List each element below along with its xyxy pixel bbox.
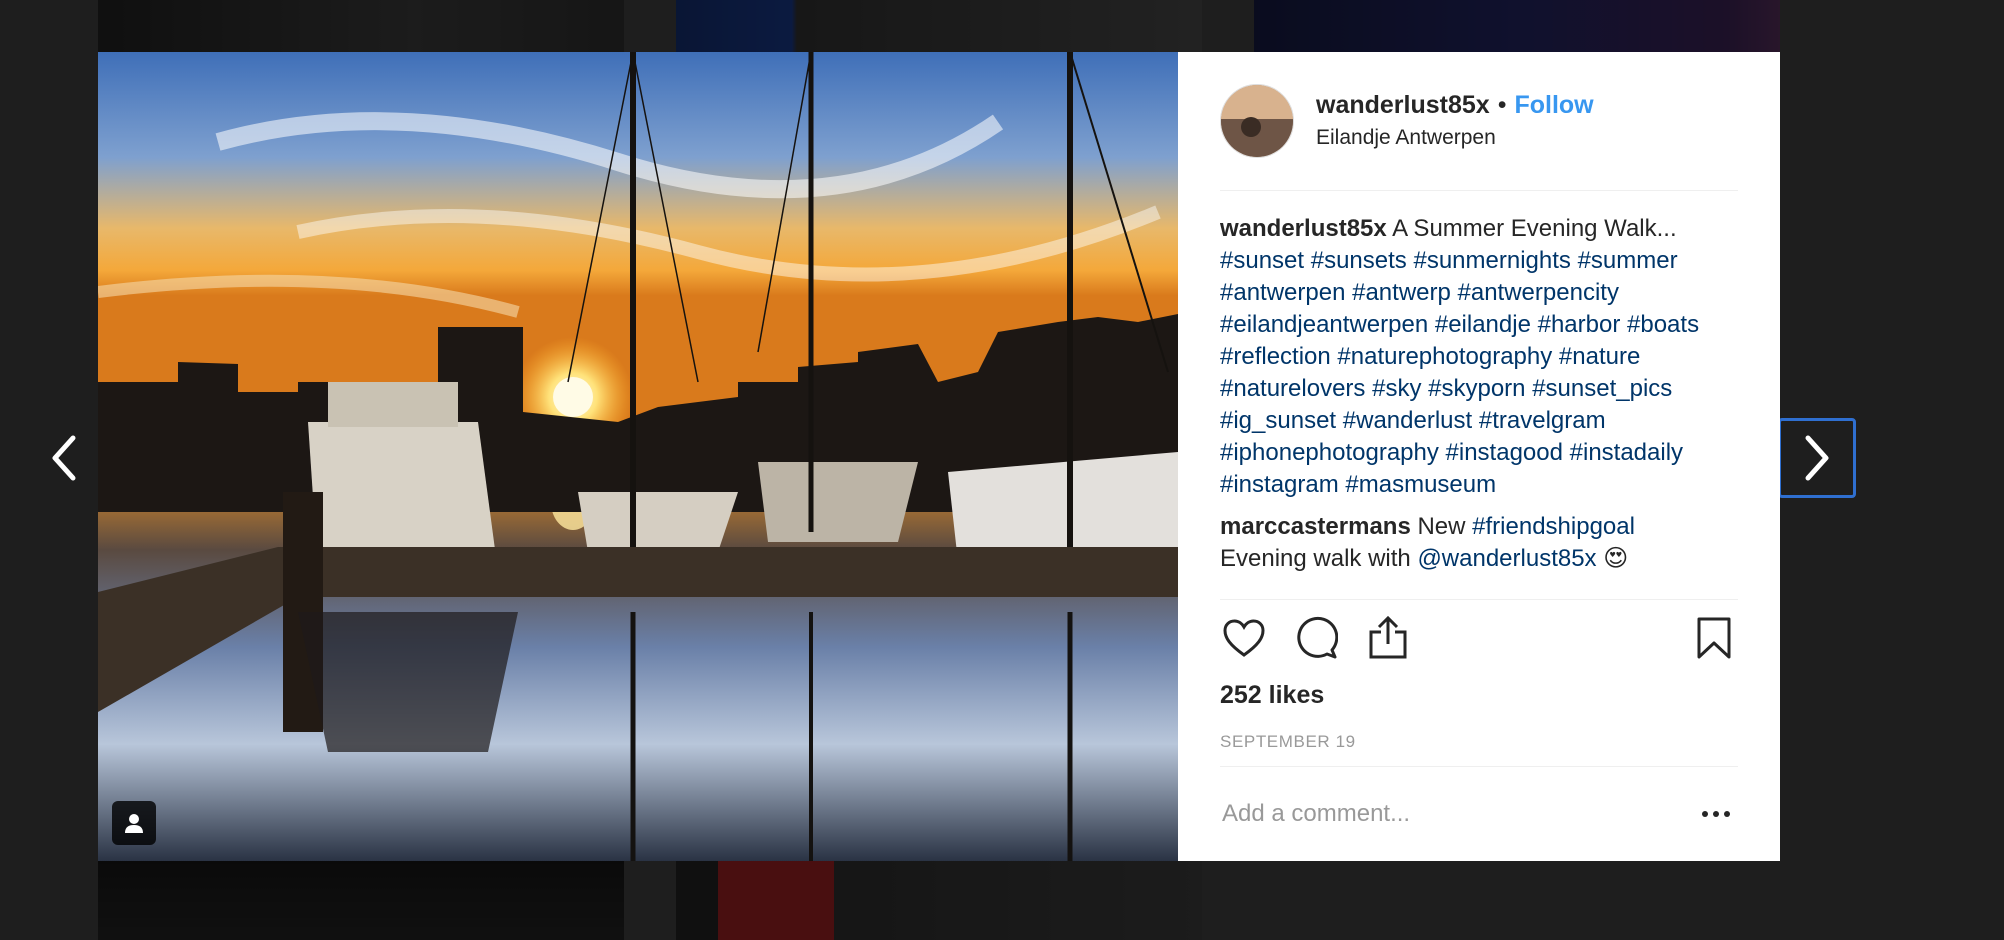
post-location[interactable]: Eilandje Antwerpen <box>1316 126 1594 150</box>
bookmark-icon <box>1697 617 1731 659</box>
person-tag-icon <box>125 814 143 833</box>
hashtag-link[interactable]: #sunsets <box>1311 247 1407 274</box>
previous-post-button[interactable] <box>34 418 94 498</box>
follow-button[interactable]: Follow <box>1514 91 1593 119</box>
comments-list[interactable]: wanderlust85x A Summer Evening Walk... #… <box>1220 191 1738 600</box>
hashtag-link[interactable]: #sunset_pics <box>1532 375 1672 402</box>
hashtag-link[interactable]: #eilandje <box>1435 311 1531 338</box>
more-options-icon <box>1702 810 1730 817</box>
separator-dot: • <box>1497 91 1507 120</box>
comment-username[interactable]: marccastermans <box>1220 513 1411 540</box>
post-username[interactable]: wanderlust85x <box>1316 91 1490 119</box>
post-photo[interactable] <box>98 52 1178 861</box>
heart-icon <box>1223 619 1265 658</box>
post-header: wanderlust85x • Follow Eilandje Antwerpen <box>1220 52 1738 191</box>
comment-text: New <box>1417 512 1466 540</box>
hashtag-link[interactable]: #naturelovers <box>1220 375 1365 402</box>
share-button[interactable] <box>1364 614 1412 662</box>
hashtag-link[interactable]: #antwerpen <box>1220 279 1345 306</box>
save-button[interactable] <box>1690 614 1738 662</box>
more-options-button[interactable] <box>1694 799 1738 829</box>
next-post-button[interactable] <box>1778 418 1856 498</box>
likes-count[interactable]: 252 likes <box>1220 681 1738 710</box>
hashtag-link[interactable]: #instadaily <box>1570 439 1683 466</box>
caption-username[interactable]: wanderlust85x <box>1220 215 1387 242</box>
chevron-left-icon <box>52 435 76 481</box>
comment-item: marccastermans New #friendshipgoal Eveni… <box>1220 511 1738 575</box>
hashtag-link[interactable]: #instagood <box>1446 439 1563 466</box>
hashtag-link[interactable]: #ig_sunset <box>1220 407 1336 434</box>
share-icon <box>1369 616 1407 659</box>
hashtag-link[interactable]: #antwerp <box>1352 279 1451 306</box>
hashtag-link[interactable]: #iphonephotography <box>1220 439 1439 466</box>
post-date[interactable]: SEPTEMBER 19 <box>1220 732 1738 767</box>
hashtag-link[interactable]: #antwerpencity <box>1458 279 1619 306</box>
chevron-right-icon <box>1805 435 1829 481</box>
hashtag-link[interactable]: #nature <box>1559 343 1640 370</box>
hashtag-link[interactable]: #sunset <box>1220 247 1304 274</box>
harbor-sunset-image <box>98 52 1178 861</box>
hashtag-link[interactable]: #masmuseum <box>1345 471 1496 498</box>
caption: wanderlust85x A Summer Evening Walk... #… <box>1220 213 1738 501</box>
comment-emoji: 😍 <box>1603 544 1629 572</box>
post-sidebar: wanderlust85x • Follow Eilandje Antwerpen … <box>1178 52 1780 861</box>
hashtag-link[interactable]: #sky <box>1372 375 1421 402</box>
comment-mention[interactable]: @wanderlust85x <box>1417 545 1596 572</box>
tagged-people-button[interactable] <box>112 801 156 845</box>
hashtag-link[interactable]: #reflection <box>1220 343 1331 370</box>
like-button[interactable] <box>1220 614 1268 662</box>
avatar[interactable] <box>1220 83 1294 158</box>
hashtag-link[interactable]: #travelgram <box>1479 407 1606 434</box>
hashtag-link[interactable]: #sunmernights <box>1413 247 1570 274</box>
hashtag-link[interactable]: #eilandjeantwerpen <box>1220 311 1428 338</box>
comment-button[interactable] <box>1292 614 1340 662</box>
comment-bubble-icon <box>1297 617 1338 659</box>
caption-text: A Summer Evening Walk... <box>1392 214 1677 242</box>
hashtag-link[interactable]: #instagram <box>1220 471 1339 498</box>
hashtag-link[interactable]: #naturephotography <box>1337 343 1552 370</box>
action-bar <box>1220 600 1738 677</box>
hashtag-link[interactable]: #wanderlust <box>1343 407 1472 434</box>
post-modal: wanderlust85x • Follow Eilandje Antwerpen … <box>98 52 1780 861</box>
hashtag-link[interactable]: #harbor <box>1538 311 1621 338</box>
avatar-image <box>1221 84 1293 157</box>
comment-input[interactable] <box>1220 798 1694 829</box>
comment-text-line2: Evening walk with <box>1220 544 1411 572</box>
caption-hashtags: #sunset #sunsets #sunmernights #summer #… <box>1220 247 1699 498</box>
add-comment-bar <box>1220 767 1738 861</box>
hashtag-link[interactable]: #skyporn <box>1428 375 1525 402</box>
comment-hashtag[interactable]: #friendshipgoal <box>1472 513 1635 540</box>
hashtag-link[interactable]: #summer <box>1578 247 1678 274</box>
hashtag-link[interactable]: #boats <box>1627 311 1699 338</box>
